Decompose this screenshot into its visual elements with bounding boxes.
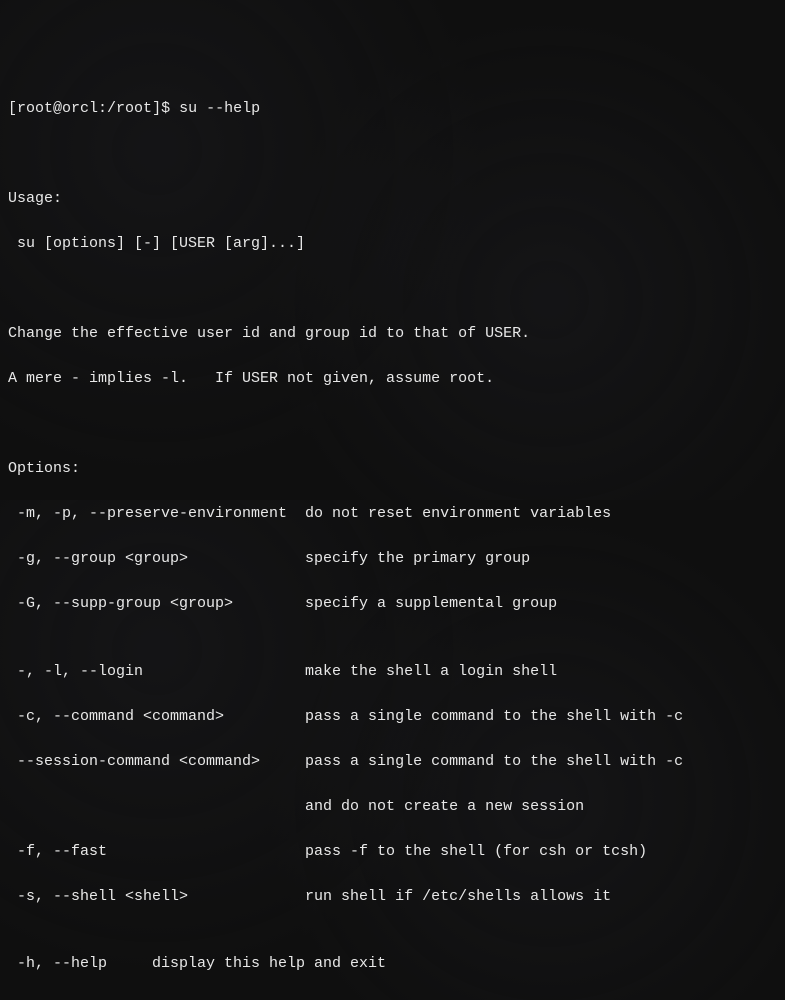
- option-command: -c, --command <command> pass a single co…: [8, 706, 777, 729]
- option-shell: -s, --shell <shell> run shell if /etc/sh…: [8, 886, 777, 909]
- description-line-2: A mere - implies -l. If USER not given, …: [8, 368, 777, 391]
- options-heading: Options:: [8, 458, 777, 481]
- prompt-path: /root: [107, 100, 152, 117]
- prompt-line[interactable]: [root@orcl:/root]$ su --help: [8, 98, 777, 121]
- option-session-command: --session-command <command> pass a singl…: [8, 751, 777, 774]
- usage-line: su [options] [-] [USER [arg]...]: [8, 233, 777, 256]
- blank-line: [8, 278, 777, 301]
- blank-line: [8, 143, 777, 166]
- prompt-open: [: [8, 100, 17, 117]
- description-line-1: Change the effective user id and group i…: [8, 323, 777, 346]
- entered-command: su --help: [179, 100, 260, 117]
- prompt-sep: :: [98, 100, 107, 117]
- option-session-command-cont: and do not create a new session: [8, 796, 777, 819]
- option-help: -h, --help display this help and exit: [8, 953, 777, 976]
- prompt-symbol: $: [161, 100, 179, 117]
- prompt-close: ]: [152, 100, 161, 117]
- blank-line: [8, 413, 777, 436]
- option-supp-group: -G, --supp-group <group> specify a suppl…: [8, 593, 777, 616]
- prompt-user-host: root@orcl: [17, 100, 98, 117]
- option-preserve-environment: -m, -p, --preserve-environment do not re…: [8, 503, 777, 526]
- option-fast: -f, --fast pass -f to the shell (for csh…: [8, 841, 777, 864]
- option-version: -V, --version output version information…: [8, 998, 777, 1000]
- option-group: -g, --group <group> specify the primary …: [8, 548, 777, 571]
- usage-heading: Usage:: [8, 188, 777, 211]
- option-login: -, -l, --login make the shell a login sh…: [8, 661, 777, 684]
